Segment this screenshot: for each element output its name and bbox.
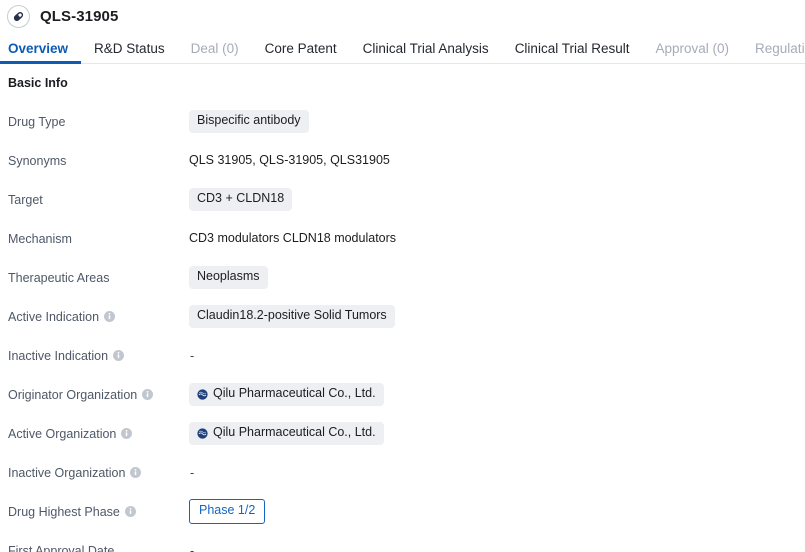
tab-overview[interactable]: Overview — [0, 33, 82, 64]
row-value: Bispecific antibody — [189, 110, 309, 133]
row-label: Drug Type — [8, 115, 189, 129]
info-row: Active Organization Qilu Pharmaceutical C… — [8, 414, 805, 453]
row-value: Claudin18.2-positive Solid Tumors — [189, 305, 395, 328]
info-row: First Approval Date - — [8, 531, 805, 552]
empty-value: - — [190, 543, 195, 552]
row-label-text: Mechanism — [8, 231, 72, 246]
tab-clinical-trial-analysis[interactable]: Clinical Trial Analysis — [350, 33, 502, 64]
row-label-text: Inactive Indication — [8, 348, 109, 363]
tab-core-patent[interactable]: Core Patent — [252, 33, 350, 64]
organization-chip[interactable]: Qilu Pharmaceutical Co., Ltd. — [189, 383, 384, 406]
row-value: Qilu Pharmaceutical Co., Ltd. — [189, 383, 384, 406]
row-value: Qilu Pharmaceutical Co., Ltd. — [189, 422, 384, 445]
row-label: First Approval Date — [8, 544, 189, 552]
info-row: Mechanism CD3 modulators CLDN18 modulator… — [8, 219, 805, 258]
info-row: Therapeutic Areas Neoplasms — [8, 258, 805, 297]
info-icon[interactable] — [104, 311, 116, 322]
organization-chip[interactable]: Qilu Pharmaceutical Co., Ltd. — [189, 422, 384, 445]
row-label-text: Therapeutic Areas — [8, 270, 110, 285]
row-label-text: Active Indication — [8, 309, 100, 324]
row-label: Drug Highest Phase — [8, 505, 189, 519]
row-value: Neoplasms — [189, 266, 268, 289]
tab-clinical-trial-result[interactable]: Clinical Trial Result — [502, 33, 643, 64]
row-value: - — [189, 466, 194, 480]
info-row: Drug Type Bispecific antibody — [8, 102, 805, 141]
row-label-text: First Approval Date — [8, 543, 115, 552]
value-text: QLS 31905, QLS-31905, QLS31905 — [189, 153, 390, 167]
info-icon[interactable] — [130, 467, 142, 478]
info-row: Drug Highest Phase Phase 1/2 — [8, 492, 805, 531]
row-value: CD3 + CLDN18 — [189, 188, 293, 211]
row-label: Inactive Organization — [8, 466, 189, 480]
row-label-text: Drug Type — [8, 114, 66, 129]
row-label-text: Active Organization — [8, 426, 117, 441]
value-chip[interactable]: Claudin18.2-positive Solid Tumors — [189, 305, 395, 328]
row-value: - — [189, 544, 194, 552]
organization-name: Qilu Pharmaceutical Co., Ltd. — [213, 386, 376, 401]
info-icon[interactable] — [142, 389, 154, 400]
row-label: Mechanism — [8, 232, 189, 246]
tab-rd-status[interactable]: R&D Status — [81, 33, 178, 64]
row-label: Inactive Indication — [8, 349, 189, 363]
value-text: CD3 modulators CLDN18 modulators — [189, 231, 397, 245]
row-label-text: Target — [8, 192, 43, 207]
page-title: QLS-31905 — [40, 8, 119, 25]
info-icon[interactable] — [113, 350, 125, 361]
phase-badge[interactable]: Phase 1/2 — [189, 499, 266, 524]
empty-value: - — [190, 465, 195, 480]
row-label: Active Indication — [8, 310, 189, 324]
row-label: Active Organization — [8, 427, 189, 441]
empty-value: - — [190, 348, 195, 363]
row-label: Synonyms — [8, 154, 189, 168]
overview-content: Basic Info Drug Type Bispecific antibody S… — [0, 64, 805, 552]
value-chip[interactable]: Neoplasms — [189, 266, 268, 289]
info-row: Originator Organization Qilu Pharmaceutic… — [8, 375, 805, 414]
tab-approval[interactable]: Approval (0) — [642, 33, 742, 64]
row-value: - — [189, 349, 194, 363]
info-row: Inactive Indication - — [8, 336, 805, 375]
info-row: Active Indication Claudin18.2-positive So… — [8, 297, 805, 336]
info-icon[interactable] — [121, 428, 133, 439]
tab-bar: Overview R&D Status Deal (0) Core Patent… — [0, 33, 805, 64]
row-label: Originator Organization — [8, 388, 189, 402]
row-label: Target — [8, 193, 189, 207]
capsule-icon — [7, 5, 30, 28]
row-label-text: Inactive Organization — [8, 465, 126, 480]
info-row: Inactive Organization - — [8, 453, 805, 492]
row-value: QLS 31905, QLS-31905, QLS31905 — [189, 153, 390, 168]
basic-info-rows: Drug Type Bispecific antibody Synonyms QLS … — [8, 102, 805, 552]
row-value: Phase 1/2 — [189, 499, 266, 524]
row-label-text: Synonyms — [8, 153, 67, 168]
value-chip[interactable]: Bispecific antibody — [189, 110, 309, 133]
section-title-basic-info: Basic Info — [8, 76, 68, 90]
row-label-text: Drug Highest Phase — [8, 504, 120, 519]
row-label-text: Originator Organization — [8, 387, 138, 402]
info-row: Target CD3 + CLDN18 — [8, 180, 805, 219]
tab-regulation[interactable]: Regulation (0) — [742, 33, 805, 64]
info-row: Synonyms QLS 31905, QLS-31905, QLS31905 — [8, 141, 805, 180]
organization-name: Qilu Pharmaceutical Co., Ltd. — [213, 425, 376, 440]
tab-deal[interactable]: Deal (0) — [178, 33, 252, 64]
row-value: CD3 modulators CLDN18 modulators — [189, 231, 396, 246]
info-icon[interactable] — [124, 506, 136, 517]
page-header: QLS-31905 — [0, 0, 805, 33]
value-chip[interactable]: CD3 + CLDN18 — [189, 188, 293, 211]
row-label: Therapeutic Areas — [8, 271, 189, 285]
